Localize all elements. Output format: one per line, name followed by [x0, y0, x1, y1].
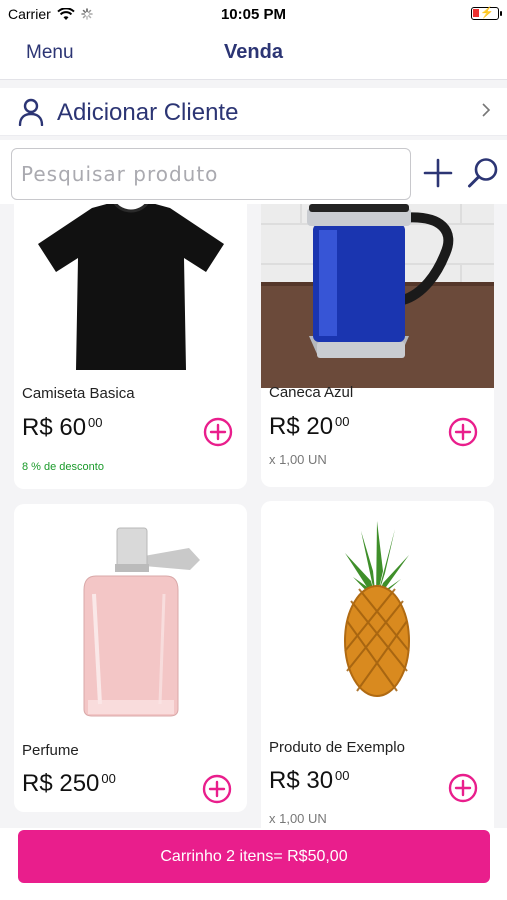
product-price: R$ 60 00 — [22, 414, 103, 442]
quantity-label: x 1,00 UN — [269, 811, 327, 826]
cart-bar: Carrinho 2 itens= R$50,00 — [0, 828, 507, 900]
product-image — [14, 204, 247, 374]
product-grid: Camiseta Basica R$ 60 00 8 % de desconto — [0, 204, 507, 828]
chevron-right-icon — [482, 103, 491, 117]
add-product-icon[interactable] — [423, 158, 453, 188]
user-icon — [18, 98, 44, 126]
add-to-cart-icon[interactable] — [448, 773, 478, 803]
price-cents: 00 — [88, 415, 103, 430]
price-cents: 00 — [335, 768, 350, 783]
pineapple-image — [344, 521, 410, 697]
perfume-image — [83, 527, 200, 717]
mug-image — [261, 204, 494, 388]
quantity-label: x 1,00 UN — [269, 452, 327, 467]
price-integer: R$ 30 — [269, 767, 334, 794]
price-integer: R$ 60 — [22, 414, 87, 441]
battery-icon: ⚡ — [471, 7, 502, 20]
add-client-row[interactable]: Adicionar Cliente — [0, 88, 507, 136]
product-card[interactable]: Produto de Exemplo R$ 30 00 x 1,00 UN — [261, 501, 494, 828]
search-bar — [0, 140, 507, 204]
product-card[interactable]: Perfume R$ 250 00 — [14, 504, 247, 812]
product-name: Perfume — [22, 742, 79, 759]
clock: 10:05 PM — [220, 6, 287, 23]
page-title: Venda — [224, 41, 283, 63]
add-to-cart-icon[interactable] — [448, 417, 478, 447]
product-price: R$ 20 00 — [269, 413, 350, 441]
status-bar: Carrier 10:05 PM ⚡ — [0, 0, 507, 28]
product-image — [261, 204, 494, 388]
nav-bar: Menu Venda — [0, 28, 507, 80]
product-name: Produto de Exemplo — [269, 739, 405, 756]
search-icon[interactable] — [467, 157, 499, 189]
search-input[interactable] — [11, 148, 411, 200]
product-name: Caneca Azul — [269, 384, 354, 401]
cart-button[interactable]: Carrinho 2 itens= R$50,00 — [18, 830, 490, 883]
product-image — [261, 501, 494, 721]
add-to-cart-icon[interactable] — [203, 417, 233, 447]
tshirt-image — [38, 204, 224, 370]
product-card[interactable]: Camiseta Basica R$ 60 00 8 % de desconto — [14, 204, 247, 489]
add-client-label: Adicionar Cliente — [57, 99, 239, 126]
product-card[interactable]: Caneca Azul R$ 20 00 x 1,00 UN — [261, 204, 494, 487]
product-image — [14, 504, 247, 729]
discount-label: 8 % de desconto — [22, 461, 104, 473]
add-to-cart-icon[interactable] — [202, 774, 232, 804]
price-integer: R$ 250 — [22, 770, 100, 797]
product-price: R$ 30 00 — [269, 767, 350, 795]
price-cents: 00 — [335, 414, 350, 429]
price-cents: 00 — [101, 771, 116, 786]
product-name: Camiseta Basica — [22, 385, 135, 402]
product-price: R$ 250 00 — [22, 770, 116, 798]
price-integer: R$ 20 — [269, 413, 334, 440]
